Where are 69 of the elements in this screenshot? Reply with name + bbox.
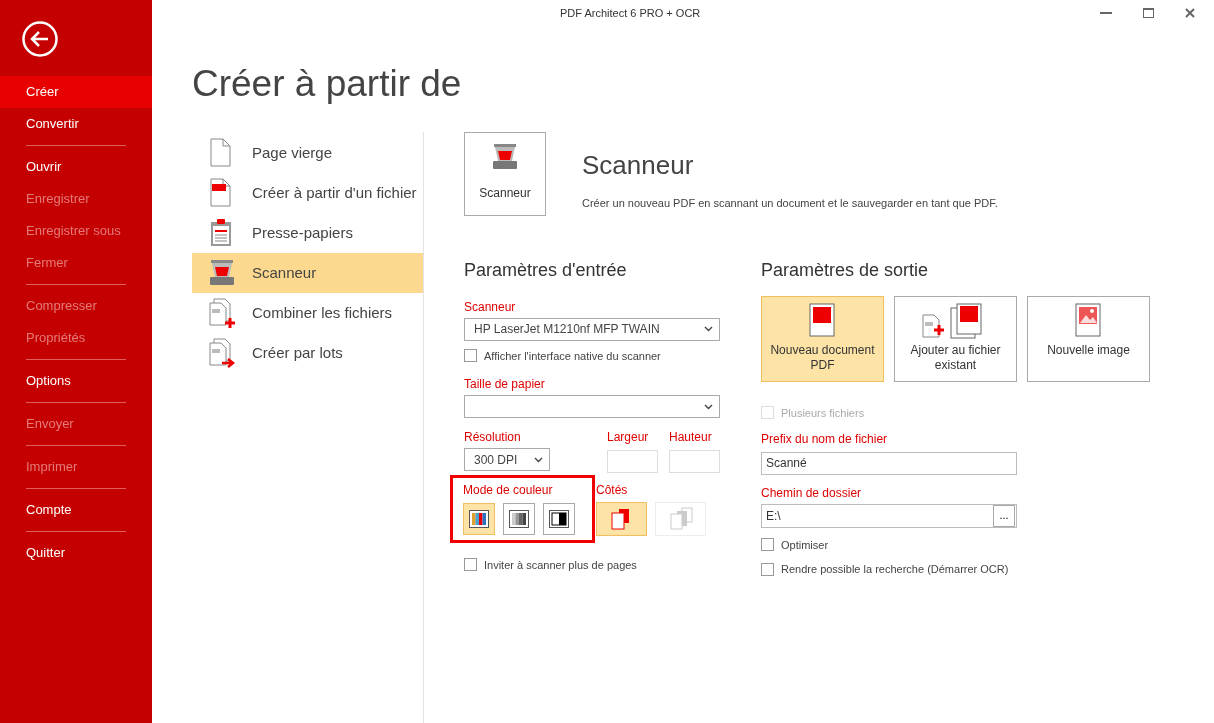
- checkbox-label: Optimiser: [781, 537, 829, 553]
- field-label: Hauteur: [669, 429, 713, 447]
- maximize-icon: [1142, 8, 1154, 18]
- source-item[interactable]: Créer par lots: [192, 333, 423, 373]
- checkbox-label: Inviter à scanner plus de pages: [484, 557, 637, 573]
- double-sided-icon: [667, 506, 694, 531]
- field-label: Mode de couleur: [463, 481, 554, 499]
- checkbox-label: Rendre possible la recherche (Démarrer OCR): [781, 562, 1009, 578]
- checkbox-label: Plusieurs fichiers: [781, 405, 865, 421]
- close-icon: [1185, 8, 1195, 18]
- monochrome-mode-icon: [549, 509, 569, 528]
- checkbox[interactable]: [761, 538, 774, 552]
- scanner-tile[interactable]: Scanneur: [464, 132, 546, 216]
- sides-button[interactable]: [596, 501, 647, 536]
- checkbox[interactable]: [761, 562, 774, 576]
- scanner-icon: [491, 142, 519, 172]
- chevron-down-icon: [704, 326, 713, 333]
- section-heading: Paramètres de sortie: [761, 260, 930, 282]
- sidebar-item[interactable]: Ouvrir: [0, 151, 152, 183]
- image-icon: [1074, 302, 1103, 339]
- grayscale-mode-icon: [509, 509, 529, 528]
- section-title: Scanneur: [582, 149, 695, 182]
- checkbox-label: Afficher l'interface native du scanner: [484, 348, 661, 364]
- field-label: Taille de papier: [464, 376, 546, 394]
- dropdown[interactable]: HP LaserJet M1210nf MFP TWAIN: [464, 317, 720, 341]
- source-item[interactable]: Page vierge: [192, 133, 423, 173]
- pdf-document-icon: [808, 302, 837, 339]
- field-label: Chemin de dossier: [761, 484, 863, 502]
- prefix-field[interactable]: Scanné: [761, 451, 1017, 475]
- field-label: Côtés: [596, 481, 629, 499]
- color-mode-button[interactable]: [463, 502, 495, 535]
- field-label: Résolution: [464, 429, 522, 447]
- output-option-tile[interactable]: Ajouter au fichier existant: [894, 295, 1017, 382]
- source-item[interactable]: Combiner les fichiers: [192, 293, 423, 333]
- page-title: Créer à partir de: [192, 62, 463, 106]
- chevron-down-icon: [534, 456, 543, 463]
- dropdown[interactable]: 300 DPI: [464, 448, 550, 472]
- color-mode-button[interactable]: [503, 502, 535, 535]
- minimize-icon: [1100, 12, 1112, 14]
- folder-path-field[interactable]: E:\ ...: [761, 503, 1017, 528]
- width-field[interactable]: [607, 449, 658, 473]
- sidebar-item[interactable]: Créer: [0, 76, 152, 108]
- height-field[interactable]: [669, 449, 720, 473]
- color-mode-button[interactable]: [543, 502, 575, 535]
- sidebar-item[interactable]: Quitter: [0, 537, 152, 569]
- browse-button[interactable]: ...: [993, 504, 1015, 527]
- field-label: Scanneur: [464, 298, 517, 316]
- batch-files-icon: [208, 338, 236, 368]
- sidebar-item[interactable]: Convertir: [0, 108, 152, 140]
- checkbox[interactable]: [464, 558, 477, 572]
- output-option-tile[interactable]: Nouveau document PDF: [761, 295, 884, 382]
- color-mode-icon: [469, 509, 489, 528]
- source-item[interactable]: Créer à partir d'un fichier: [192, 173, 423, 213]
- checkbox[interactable]: [464, 349, 477, 363]
- field-label: Prefix du nom de fichier: [761, 431, 889, 449]
- sidebar-item[interactable]: Options: [0, 365, 152, 397]
- back-button[interactable]: [21, 20, 59, 58]
- section-heading: Paramètres d'entrée: [464, 260, 628, 282]
- source-item[interactable]: Presse-papiers: [192, 213, 423, 253]
- output-option-tile[interactable]: Nouvelle image: [1027, 295, 1150, 382]
- dropdown[interactable]: [464, 395, 720, 419]
- section-description: Créer un nouveau PDF en scannant un document et le sauvegarder en tant que PDF.: [582, 196, 998, 211]
- source-item[interactable]: Scanneur: [192, 253, 423, 293]
- combine-files-icon: [208, 298, 236, 328]
- chevron-down-icon: [704, 403, 713, 410]
- scanner-icon: [208, 258, 236, 288]
- sidebar-item[interactable]: Compte: [0, 494, 152, 526]
- window-title: PDF Architect 6 PRO + OCR: [560, 5, 701, 21]
- field-label: Largeur: [607, 429, 650, 447]
